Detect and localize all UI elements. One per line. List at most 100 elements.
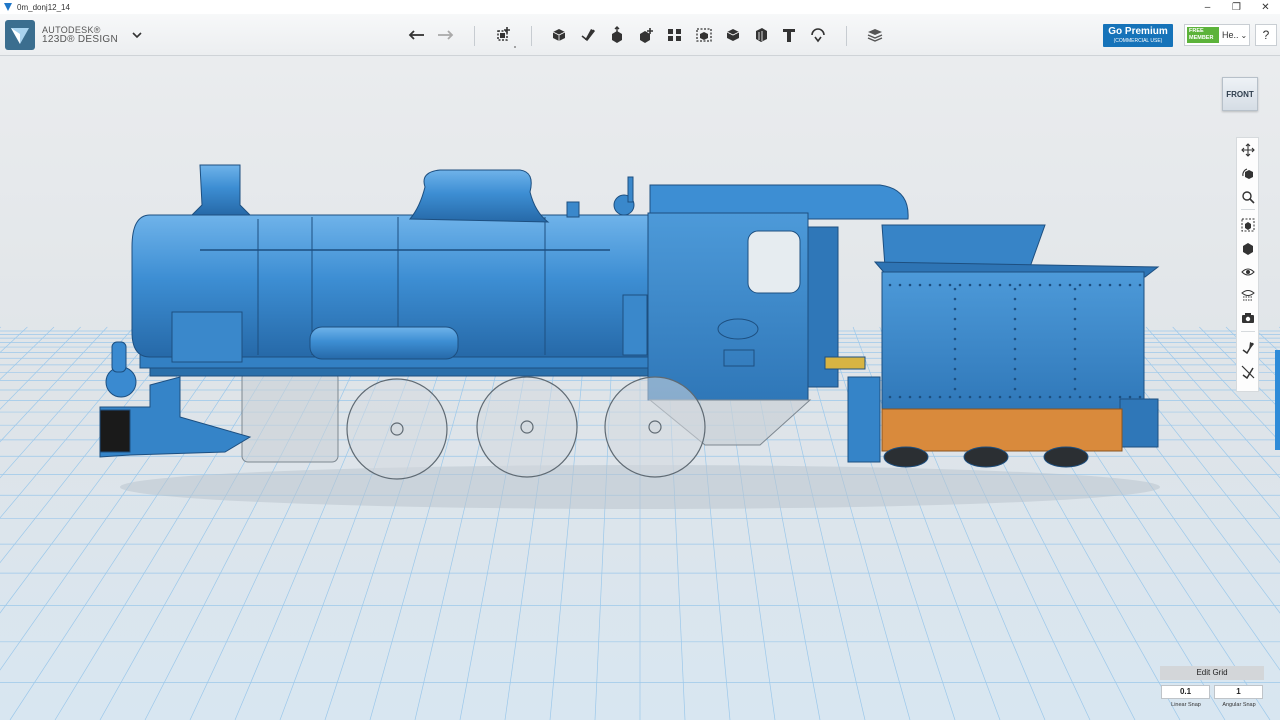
view-mode-icon[interactable] (1240, 241, 1256, 257)
brand-label: AUTODESK® 123D® DESIGN (42, 25, 118, 45)
rivet (953, 307, 957, 311)
construct-icon[interactable] (606, 24, 628, 46)
modify-icon[interactable] (635, 24, 657, 46)
3d-viewport[interactable] (0, 57, 1280, 720)
rivet (1088, 283, 1092, 287)
rivet (938, 395, 942, 399)
rivet (1013, 317, 1017, 321)
angular-snap-input[interactable]: 1 (1214, 685, 1263, 699)
dropdown-indicator (514, 46, 516, 48)
rivet (928, 283, 932, 287)
rivet (1013, 327, 1017, 331)
rivet (1138, 283, 1142, 287)
angular-snap-label: Angular Snap (1222, 702, 1256, 708)
rivet (948, 395, 952, 399)
rivet (998, 283, 1002, 287)
user-account-menu[interactable]: FREE MEMBER He.. ⌄ (1184, 24, 1250, 46)
view-cube[interactable]: FRONT (1222, 77, 1258, 111)
rivet (1138, 395, 1142, 399)
snap-icon[interactable] (1240, 339, 1256, 355)
edit-grid-button[interactable]: Edit Grid (1160, 666, 1264, 680)
rivet (1013, 347, 1017, 351)
primitives-icon[interactable] (548, 24, 570, 46)
rivet (1118, 283, 1122, 287)
close-button[interactable]: ✕ (1251, 0, 1280, 14)
rivet (1013, 337, 1017, 341)
window-title: 0m_donj12_14 (17, 2, 70, 12)
help-button[interactable]: ? (1255, 24, 1277, 46)
rivet (1073, 347, 1077, 351)
minimize-button[interactable]: – (1193, 0, 1222, 14)
rivet (1073, 307, 1077, 311)
rivet (968, 395, 972, 399)
toolbar-separator (474, 26, 475, 46)
rivet (1028, 283, 1032, 287)
fit-icon[interactable] (1240, 217, 1256, 233)
rivet (1008, 283, 1012, 287)
rivet (953, 357, 957, 361)
rivet (953, 287, 957, 291)
rivet (1058, 395, 1062, 399)
rivet (1008, 395, 1012, 399)
screenshot-icon[interactable] (1240, 310, 1256, 326)
free-member-badge: FREE MEMBER (1187, 27, 1219, 43)
redo-icon[interactable] (434, 24, 456, 46)
side-panel-tab[interactable] (1275, 350, 1280, 450)
go-premium-button[interactable]: Go Premium (COMMERCIAL USE) (1103, 24, 1173, 47)
transform-icon[interactable] (492, 24, 514, 46)
scene-canvas[interactable] (0, 57, 1280, 720)
rivet (1078, 283, 1082, 287)
rivet (998, 395, 1002, 399)
undo-icon[interactable] (406, 24, 428, 46)
locomotive-wheels[interactable] (346, 376, 706, 480)
rivet (1073, 387, 1077, 391)
linear-snap-input[interactable]: 0.1 (1161, 685, 1210, 699)
rivet (958, 283, 962, 287)
pan-icon[interactable] (1240, 142, 1256, 158)
materials-outline-icon[interactable] (1240, 287, 1256, 303)
linear-snap-label: Linear Snap (1171, 702, 1201, 708)
app-menu-logo-icon[interactable] (5, 20, 35, 50)
rivet (978, 283, 982, 287)
measure-icon[interactable] (750, 24, 772, 46)
rivet (898, 283, 902, 287)
group-icon[interactable] (693, 24, 715, 46)
rivet (1013, 307, 1017, 311)
rivet (918, 283, 922, 287)
badge-line1: FREE (1189, 28, 1204, 34)
combine-icon[interactable] (722, 24, 744, 46)
orbit-icon[interactable] (1240, 166, 1256, 182)
rivet (953, 387, 957, 391)
rivet (1048, 283, 1052, 287)
rivet (1118, 395, 1122, 399)
rivet (888, 283, 892, 287)
material-icon[interactable] (864, 24, 886, 46)
rivet (1073, 377, 1077, 381)
rivet (1073, 357, 1077, 361)
rivet (1073, 317, 1077, 321)
rivet (1013, 387, 1017, 391)
chevron-down-icon[interactable] (131, 30, 143, 40)
hide-icon[interactable] (1240, 364, 1256, 380)
toolbar-separator (531, 26, 532, 46)
maximize-button[interactable]: ❐ (1222, 0, 1251, 14)
rivet (1073, 287, 1077, 291)
zoom-icon[interactable] (1240, 189, 1256, 205)
text-icon[interactable] (778, 24, 800, 46)
rivet (1038, 395, 1042, 399)
navigation-bar (1236, 137, 1259, 392)
rivet (1128, 283, 1132, 287)
snap-icon[interactable] (807, 24, 829, 46)
rivet (953, 337, 957, 341)
rivet (953, 377, 957, 381)
visibility-icon[interactable] (1240, 264, 1256, 280)
rivet (1068, 283, 1072, 287)
rivet (988, 395, 992, 399)
title-bar: 0m_donj12_14 – ❐ ✕ (0, 0, 1280, 14)
rivet (953, 297, 957, 301)
rivet (888, 395, 892, 399)
sketch-icon[interactable] (577, 24, 599, 46)
rivet (1038, 283, 1042, 287)
pattern-icon[interactable] (664, 24, 686, 46)
rivet (1108, 283, 1112, 287)
